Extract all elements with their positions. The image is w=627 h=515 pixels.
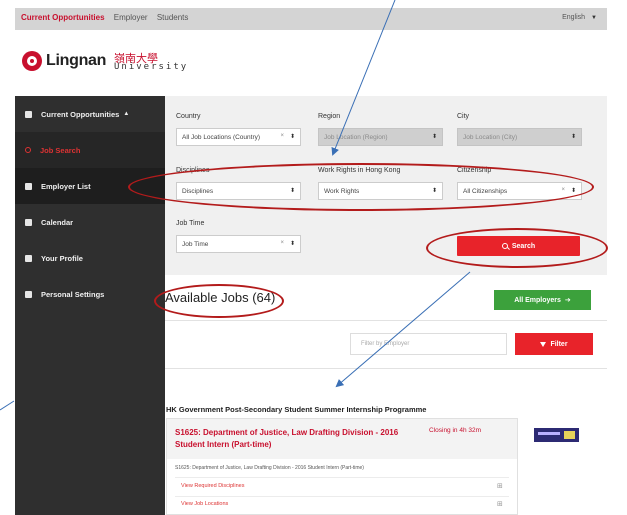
employer-filter-placeholder: Filter by Employer — [361, 341, 410, 347]
divider — [165, 320, 607, 321]
sidebar-item-label: Personal Settings — [41, 289, 105, 299]
city-value: Job Location (City) — [463, 133, 518, 141]
view-locations-link[interactable]: View Job Locations — [181, 501, 228, 507]
expand-icon[interactable]: ⊞ — [497, 482, 503, 490]
sidebar-item-label: Employer List — [41, 181, 91, 191]
programme-heading: HK Government Post-Secondary Student Sum… — [166, 405, 427, 414]
select-arrow-icon: ⬍ — [289, 134, 295, 140]
language-selector[interactable]: English ▼ — [562, 14, 597, 21]
city-label: City — [457, 113, 470, 120]
top-navigation-bar: Current Opportunities Employer Students … — [15, 8, 607, 30]
university-logo[interactable]: Lingnan 嶺南大學 University — [22, 48, 186, 74]
job-time-label: Job Time — [176, 220, 205, 227]
sidebar-item-job-search[interactable]: Job Search — [15, 132, 165, 168]
sidebar-item-calendar[interactable]: Calendar — [15, 204, 165, 240]
arrow-right-icon: ➔ — [564, 297, 571, 304]
country-value: All Job Locations (Country) — [182, 133, 261, 141]
logo-text: Lingnan — [46, 53, 106, 69]
chevron-up-icon: ▲ — [123, 111, 130, 117]
region-value: Job Location (Region) — [324, 133, 388, 141]
region-select[interactable]: Job Location (Region) ⬍ — [318, 128, 443, 146]
select-arrow-icon: ⬍ — [431, 134, 437, 140]
annotation-ellipse-search — [426, 228, 608, 268]
settings-icon — [25, 290, 32, 298]
sidebar-item-label: Your Profile — [41, 253, 83, 263]
select-arrow-icon: ⬍ — [570, 134, 576, 140]
job-time-value: Job Time — [182, 240, 209, 248]
sidebar-item-label: Current Opportunities — [41, 109, 120, 119]
top-nav: Current Opportunities Employer Students — [21, 13, 195, 22]
logo-name: Lingnan — [46, 52, 107, 69]
annotation-arrow-left — [0, 400, 15, 411]
job-card-header: S1625: Department of Justice, Law Drafti… — [167, 419, 517, 459]
filter-button[interactable]: Filter — [515, 333, 593, 355]
view-disciplines-link[interactable]: View Required Disciplines — [181, 483, 244, 489]
job-card: S1625: Department of Justice, Law Drafti… — [166, 418, 518, 515]
city-select[interactable]: Job Location (City) ⬍ — [457, 128, 582, 146]
employer-logo-thumbnail — [534, 428, 579, 442]
job-description: S1625: Department of Justice, Law Drafti… — [175, 465, 364, 471]
filter-button-label: Filter — [550, 340, 568, 348]
employer-filter-input[interactable]: Filter by Employer — [350, 333, 507, 355]
country-label: Country — [176, 113, 201, 120]
annotation-ellipse-jobs-count — [154, 284, 284, 318]
job-time-select[interactable]: Job Time × ⬍ — [176, 235, 301, 253]
divider — [175, 496, 509, 497]
select-arrow-icon: ⬍ — [289, 241, 295, 247]
clear-icon[interactable]: × — [280, 133, 284, 139]
region-label: Region — [318, 113, 341, 120]
logo-university: University — [114, 62, 189, 72]
funnel-icon — [540, 341, 547, 347]
list-icon — [25, 182, 32, 190]
language-label: English — [562, 14, 586, 21]
nav-employer[interactable]: Employer — [114, 13, 148, 22]
annotation-ellipse-filters — [128, 163, 594, 211]
all-employers-label: All Employers — [514, 296, 561, 304]
job-title-link[interactable]: S1625: Department of Justice, Law Drafti… — [175, 427, 405, 451]
user-icon — [25, 254, 32, 262]
divider — [175, 477, 509, 478]
calendar-icon — [25, 218, 32, 226]
divider — [165, 368, 607, 369]
logo-emblem-icon — [22, 51, 42, 71]
sidebar-item-personal-settings[interactable]: Personal Settings — [15, 276, 165, 312]
country-select[interactable]: All Job Locations (Country) × ⬍ — [176, 128, 301, 146]
expand-icon[interactable]: ⊞ — [497, 500, 503, 508]
all-employers-button[interactable]: All Employers ➔ — [494, 290, 591, 310]
sidebar-item-current-opportunities[interactable]: Current Opportunities ▲ — [15, 96, 165, 132]
caret-down-icon: ▼ — [591, 15, 597, 21]
clear-icon[interactable]: × — [280, 240, 284, 246]
closing-time: Closing in 4h 32m — [429, 427, 482, 434]
sidebar: Current Opportunities ▲ Job Search Emplo… — [15, 96, 165, 515]
sidebar-item-your-profile[interactable]: Your Profile — [15, 240, 165, 276]
nav-current-opportunities[interactable]: Current Opportunities — [21, 13, 105, 22]
search-icon — [25, 147, 31, 153]
document-icon — [25, 110, 32, 118]
nav-students[interactable]: Students — [157, 13, 189, 22]
sidebar-item-label: Job Search — [40, 145, 81, 155]
sidebar-item-label: Calendar — [41, 217, 74, 227]
